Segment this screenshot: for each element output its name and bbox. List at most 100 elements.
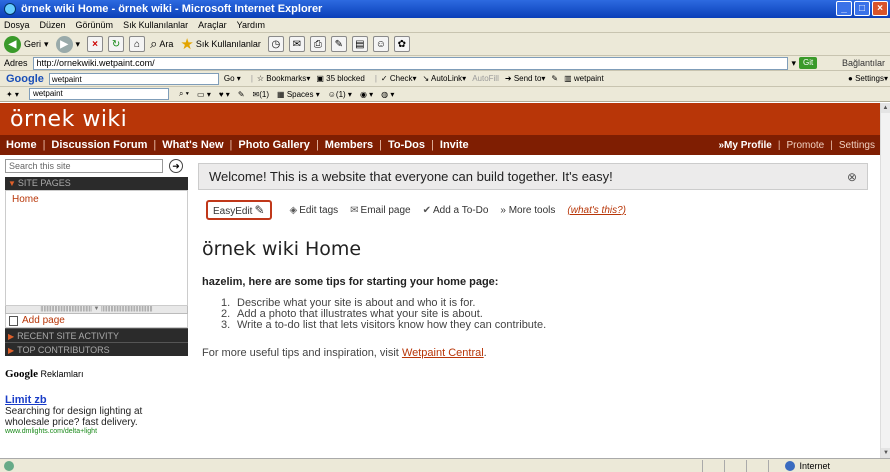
zone-label: Internet <box>799 460 830 471</box>
spaces-label: Spaces <box>286 89 314 99</box>
triangle-down-icon: ▼ <box>8 179 16 188</box>
back-label: Geri <box>24 39 42 49</box>
more-tools-link[interactable]: » More tools <box>500 205 555 216</box>
autofill-button[interactable]: AutoFill <box>472 74 499 83</box>
email-page-link[interactable]: ✉ Email page <box>350 205 410 216</box>
site-pages-header[interactable]: ▼ SITE PAGES <box>5 177 188 190</box>
menu-help[interactable]: Yardım <box>237 20 265 30</box>
whats-this-link[interactable]: (what's this?) <box>567 205 626 216</box>
easyedit-button[interactable]: EasyEdit ✎ <box>206 200 272 220</box>
pencil-icon[interactable]: ✎ <box>238 90 245 99</box>
more-tips-suffix: . <box>483 347 487 359</box>
go-button[interactable]: Git <box>799 57 818 69</box>
settings-button[interactable]: ● Settings▾ <box>848 74 888 83</box>
status-cell <box>702 459 724 472</box>
globe-icon[interactable]: ◉ ▾ <box>360 90 373 99</box>
scroll-down-icon[interactable]: ▼ <box>881 448 890 458</box>
nav-whats-new[interactable]: What's New <box>162 139 223 151</box>
ad-title-link[interactable]: Limit zb <box>5 394 188 406</box>
add-page-button[interactable]: Add page <box>5 314 188 328</box>
search-icon[interactable]: ⌕ ▾ <box>179 89 189 99</box>
messenger-icon[interactable]: ☺ <box>372 36 389 52</box>
spaces-button[interactable]: ▦ Spaces ▾ <box>277 90 320 99</box>
sidebar-item-home[interactable]: Home <box>12 194 181 205</box>
links-label[interactable]: Bağlantılar <box>842 58 885 68</box>
discuss-icon[interactable]: ▤ <box>351 36 368 52</box>
easyedit-label: EasyEdit <box>213 206 253 217</box>
home-icon[interactable]: ⌂ <box>129 36 146 52</box>
edit-icon[interactable]: ✎ <box>330 36 347 52</box>
nav-discussion-forum[interactable]: Discussion Forum <box>51 139 147 151</box>
page-icon[interactable]: ▭ ▾ <box>197 90 211 99</box>
recent-activity-label: RECENT SITE ACTIVITY <box>17 331 120 341</box>
horizontal-scrollbar[interactable]: ||||||||||||||||||||||||||||||||| ▼ ||||… <box>5 306 188 314</box>
internet-explorer-icon <box>4 3 16 15</box>
google-toolbar: Google wetpaint Go ▾ | ☆ Bookmarks▾ ▣ 35… <box>0 71 890 87</box>
google-search-input[interactable]: wetpaint <box>48 72 219 85</box>
people-count-button[interactable]: ☺(1) ▾ <box>328 90 352 99</box>
minimize-button[interactable]: _ <box>836 1 852 16</box>
wetpaint-search-input[interactable]: wetpaint <box>28 88 169 100</box>
promote-link[interactable]: Promote <box>786 140 824 151</box>
search-button[interactable]: ⌕ Ara <box>150 36 173 52</box>
mail-icon[interactable]: ✉ <box>288 36 305 52</box>
recent-activity-header[interactable]: ▶ RECENT SITE ACTIVITY <box>5 328 188 342</box>
google-go-button[interactable]: Go ▾ <box>224 74 241 83</box>
menu-tools[interactable]: Araçlar <box>198 20 227 30</box>
edit-tags-link[interactable]: ◈ Edit tags <box>290 205 339 216</box>
site-logo[interactable]: örnek wiki <box>10 107 127 132</box>
separator: | <box>830 139 833 151</box>
add-page-label: Add page <box>22 315 65 326</box>
bookmarks-button[interactable]: ☆ Bookmarks▾ <box>257 74 310 83</box>
address-input[interactable]: http://ornekwiki.wetpaint.com/ <box>32 56 788 70</box>
close-icon[interactable]: ⊗ <box>847 170 857 184</box>
popup-blocker-button[interactable]: ▣ 35 blocked <box>316 74 365 83</box>
menu-favorites[interactable]: Sık Kullanılanlar <box>123 20 188 30</box>
settings-link[interactable]: Settings <box>839 140 875 151</box>
pencil-icon[interactable]: ✎ <box>551 74 558 83</box>
ad-url[interactable]: www.dmlights.com/delta+light <box>5 428 188 435</box>
back-button[interactable]: ◀ Geri ▾ <box>4 35 49 53</box>
mail-count-button[interactable]: ✉(1) <box>253 90 269 99</box>
site-search-go-icon[interactable]: ➜ <box>169 159 183 173</box>
spellcheck-button[interactable]: ✓ Check▾ <box>381 74 417 83</box>
chevron-down-icon: ▾ <box>44 38 49 49</box>
forward-arrow-icon: ▶ <box>55 35 73 53</box>
menu-edit[interactable]: Düzen <box>40 20 66 30</box>
menu-view[interactable]: Görünüm <box>76 20 114 30</box>
heart-icon[interactable]: ♥ ▾ <box>219 90 230 99</box>
wetpaint-label: wetpaint <box>573 74 604 83</box>
autolink-button[interactable]: ↘ AutoLink▾ <box>423 74 467 83</box>
page-vertical-scrollbar[interactable]: ▲ ▼ <box>880 103 890 458</box>
menu-file[interactable]: Dosya <box>4 20 30 30</box>
status-bar: Internet <box>0 458 890 472</box>
research-icon[interactable]: ✿ <box>393 36 410 52</box>
help-icon[interactable]: ◍ ▾ <box>381 90 394 99</box>
edit-toolbar: EasyEdit ✎ ◈ Edit tags ✉ Email page ✔ Add a … <box>206 200 626 220</box>
nav-photo-gallery[interactable]: Photo Gallery <box>238 139 310 151</box>
wetpaint-central-link[interactable]: Wetpaint Central <box>402 347 484 359</box>
chevron-down-icon[interactable]: ▾ <box>792 58 797 69</box>
wetpaint-button[interactable]: ▥ wetpaint <box>564 74 604 83</box>
favorites-button[interactable]: ★ Sık Kullanılanlar <box>180 35 261 53</box>
my-profile-link[interactable]: »My Profile <box>718 140 771 151</box>
nav-home[interactable]: Home <box>6 139 37 151</box>
nav-todos[interactable]: To-Dos <box>388 139 425 151</box>
scroll-up-icon[interactable]: ▲ <box>881 103 890 113</box>
separator: | <box>431 139 434 151</box>
sendto-button[interactable]: ➜ Send to▾ <box>505 74 546 83</box>
separator: | <box>250 74 253 83</box>
print-icon[interactable]: ⎙ <box>309 36 326 52</box>
site-search-input[interactable]: Search this site <box>5 159 163 173</box>
maximize-button[interactable]: □ <box>854 1 870 16</box>
nav-members[interactable]: Members <box>325 139 373 151</box>
top-contributors-header[interactable]: ▶ TOP CONTRIBUTORS <box>5 342 188 356</box>
history-icon[interactable]: ◷ <box>267 36 284 52</box>
nav-invite[interactable]: Invite <box>440 139 469 151</box>
google-ads-title: Google Reklamları <box>5 368 188 380</box>
add-todo-link[interactable]: ✔ Add a To-Do <box>423 205 489 216</box>
close-button[interactable]: × <box>872 1 888 16</box>
stop-icon[interactable]: × <box>87 36 104 52</box>
refresh-icon[interactable]: ↻ <box>108 36 125 52</box>
forward-button[interactable]: ▶ ▾ <box>55 35 80 53</box>
